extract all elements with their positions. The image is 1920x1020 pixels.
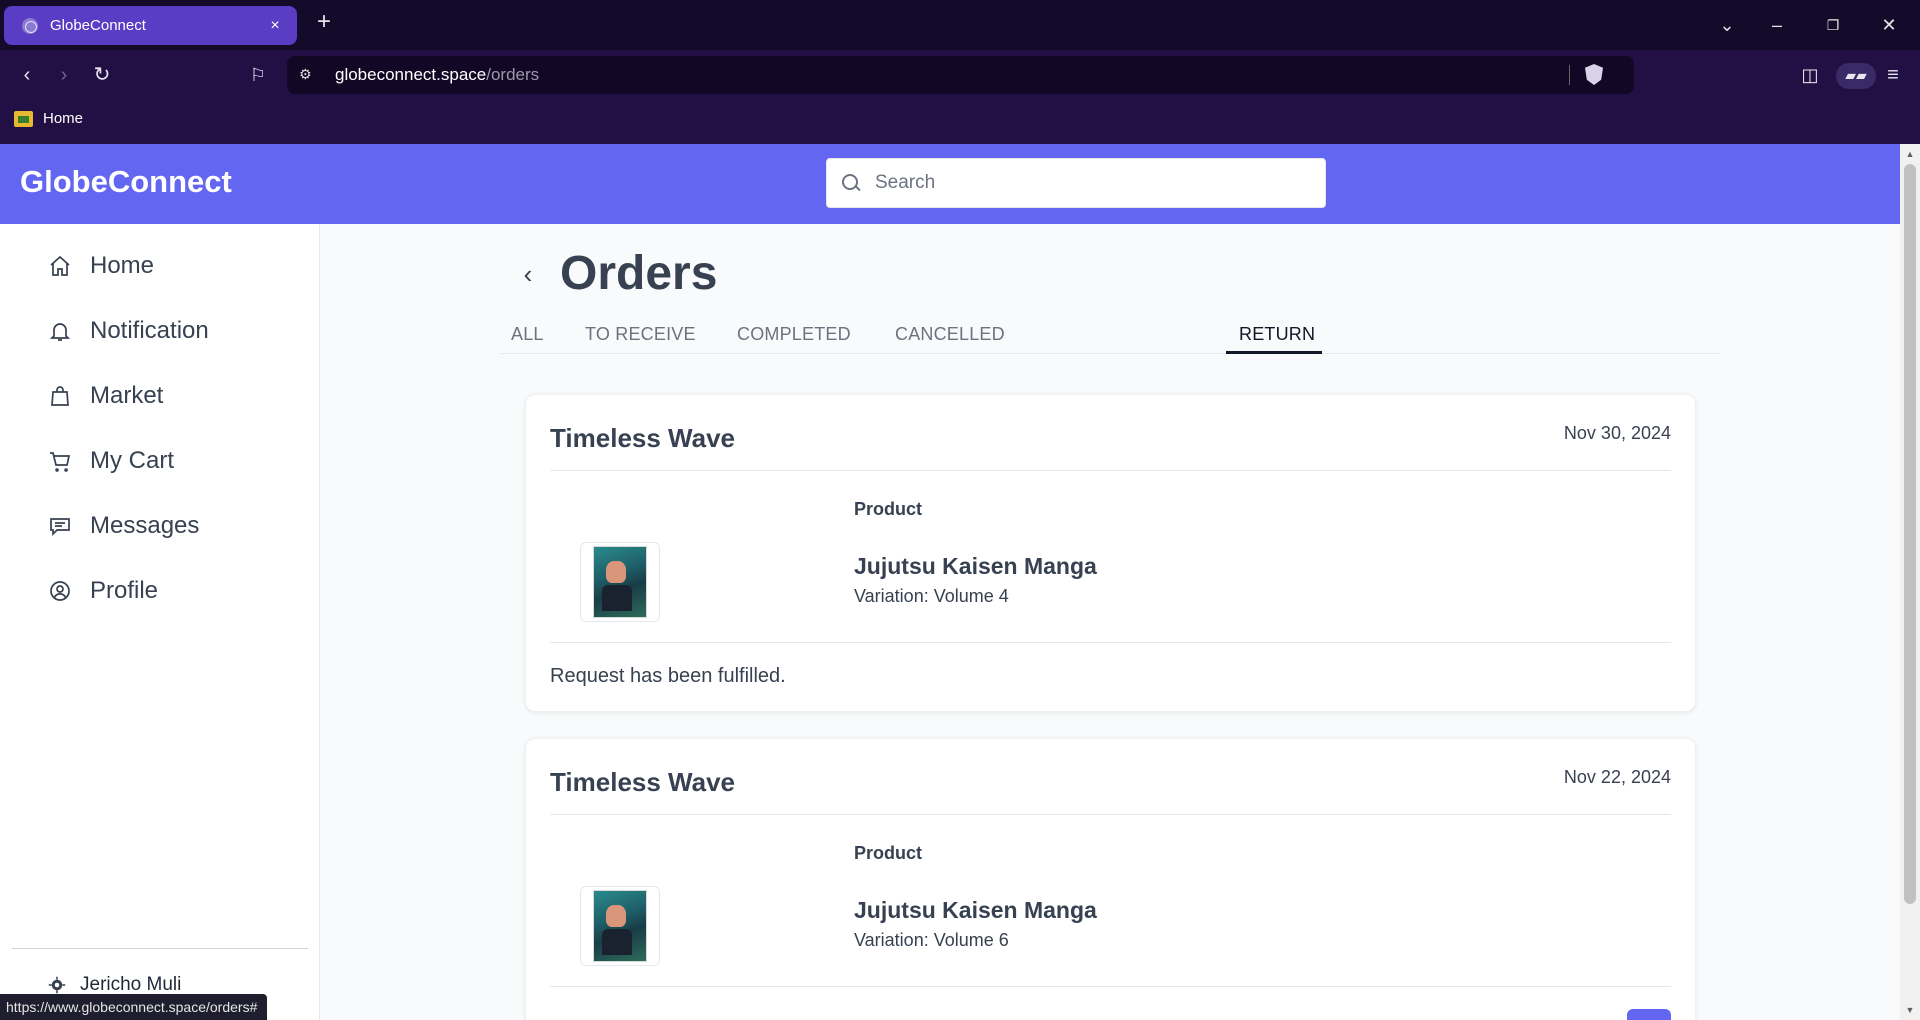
search-icon bbox=[841, 173, 861, 193]
menu-icon[interactable]: ≡ bbox=[1880, 63, 1906, 89]
browser-tab[interactable]: GlobeConnect × bbox=[4, 6, 297, 45]
shields-icon[interactable]: ▰▰ bbox=[1836, 63, 1876, 89]
bookmarks-bar: Home bbox=[0, 100, 1920, 144]
brave-shield-icon[interactable] bbox=[1585, 64, 1603, 85]
order-date: Nov 22, 2024 bbox=[1563, 767, 1671, 787]
message-icon bbox=[46, 512, 74, 540]
sidebar-item-label: My Cart bbox=[90, 447, 174, 474]
product-name: Jujutsu Kaisen Manga bbox=[854, 897, 1097, 923]
url-path: /orders bbox=[486, 65, 540, 84]
manga-cover-image bbox=[593, 890, 647, 962]
tab-all[interactable]: ALL bbox=[511, 324, 544, 345]
divider bbox=[550, 814, 1671, 815]
order-action-button[interactable] bbox=[1627, 1009, 1671, 1020]
product-thumbnail[interactable] bbox=[580, 542, 660, 622]
scroll-down-icon[interactable]: ▼ bbox=[1904, 1004, 1916, 1016]
sidebar-item-cart[interactable]: My Cart bbox=[46, 447, 174, 475]
sidebar-item-messages[interactable]: Messages bbox=[46, 512, 199, 540]
order-tabs: ALL TO RECEIVE COMPLETED CANCELLED RETUR… bbox=[500, 302, 1720, 354]
tab-search-icon[interactable]: ⌄ bbox=[1714, 12, 1740, 38]
minimize-icon[interactable]: – bbox=[1764, 12, 1790, 38]
user-circle-icon bbox=[46, 577, 74, 605]
product-variation: Variation: Volume 4 bbox=[854, 586, 1009, 606]
bookmark-home-label: Home bbox=[43, 110, 84, 127]
sidebar-item-profile[interactable]: Profile bbox=[46, 577, 158, 605]
user-name: Jericho Muli bbox=[80, 974, 182, 995]
browser-tab-bar: GlobeConnect × + ⌄ – ❐ ✕ bbox=[0, 0, 1920, 50]
bookmark-icon[interactable]: ⚐ bbox=[245, 63, 271, 89]
status-bar-url: https://www.globeconnect.space/orders# bbox=[0, 994, 268, 1020]
product-label: Product bbox=[854, 843, 923, 863]
forward-arrow-icon[interactable]: › bbox=[51, 63, 77, 89]
search-input[interactable] bbox=[875, 172, 1295, 194]
page-title: Orders bbox=[560, 247, 718, 300]
sidebar-item-home[interactable]: Home bbox=[46, 252, 154, 280]
reload-icon[interactable]: ↻ bbox=[89, 63, 115, 89]
divider bbox=[550, 986, 1671, 987]
order-card: Timeless Wave Nov 22, 2024 Product Jujut… bbox=[525, 738, 1696, 1020]
order-card: Timeless Wave Nov 30, 2024 Product Jujut… bbox=[525, 394, 1696, 712]
restore-icon[interactable]: ❐ bbox=[1820, 12, 1846, 38]
bookmark-home[interactable]: Home bbox=[14, 110, 83, 127]
sidebar-item-notification[interactable]: Notification bbox=[46, 317, 209, 345]
sidebar-item-market[interactable]: Market bbox=[46, 382, 163, 410]
url-divider bbox=[1569, 65, 1570, 85]
tab-to-receive[interactable]: TO RECEIVE bbox=[585, 324, 696, 345]
gear-icon[interactable] bbox=[48, 976, 66, 994]
product-variation: Variation: Volume 6 bbox=[854, 930, 1009, 950]
back-arrow-icon[interactable]: ‹ bbox=[14, 63, 40, 89]
close-window-icon[interactable]: ✕ bbox=[1876, 12, 1902, 38]
shop-name[interactable]: Timeless Wave bbox=[550, 423, 735, 454]
scrollbar-thumb[interactable] bbox=[1904, 164, 1916, 904]
search-box[interactable] bbox=[826, 158, 1326, 208]
sidebar: Home Notification Market My Cart Message… bbox=[0, 224, 320, 1020]
product-label: Product bbox=[854, 499, 923, 519]
manga-cover-image bbox=[593, 546, 647, 618]
address-bar[interactable]: ⚙ globeconnect.space/orders bbox=[287, 56, 1634, 94]
tab-title: GlobeConnect bbox=[50, 17, 146, 34]
page-scrollbar[interactable]: ▲ ▼ bbox=[1900, 144, 1920, 1020]
scroll-up-icon[interactable]: ▲ bbox=[1904, 148, 1916, 160]
sidebar-item-label: Home bbox=[90, 252, 155, 279]
url-host: globeconnect.space bbox=[335, 65, 487, 84]
return-status-note: Request has been fulfilled. bbox=[550, 665, 786, 687]
brand-logo[interactable]: GlobeConnect bbox=[20, 164, 232, 200]
sidebar-item-label: Profile bbox=[90, 577, 159, 604]
image-icon bbox=[14, 110, 33, 127]
sidebar-item-label: Notification bbox=[90, 317, 209, 344]
new-tab-button[interactable]: + bbox=[312, 10, 336, 35]
tab-return[interactable]: RETURN bbox=[1239, 324, 1315, 345]
tab-close-button[interactable]: × bbox=[265, 16, 285, 36]
bell-icon bbox=[46, 317, 74, 345]
tab-completed[interactable]: COMPLETED bbox=[737, 324, 851, 345]
sidebar-divider bbox=[12, 948, 308, 949]
site-settings-icon[interactable]: ⚙ bbox=[299, 66, 317, 84]
product-thumbnail[interactable] bbox=[580, 886, 660, 966]
shop-name[interactable]: Timeless Wave bbox=[550, 767, 735, 798]
main-content: ‹ Orders ALL TO RECEIVE COMPLETED CANCEL… bbox=[320, 224, 1900, 1020]
shopping-bag-icon bbox=[46, 382, 74, 410]
globe-icon bbox=[22, 17, 38, 34]
divider bbox=[550, 470, 1671, 471]
sidebar-user[interactable]: Jericho Muli bbox=[48, 974, 181, 996]
sidebar-item-label: Market bbox=[90, 382, 164, 409]
cart-icon bbox=[46, 447, 74, 475]
active-tab-indicator bbox=[1226, 351, 1322, 354]
order-date: Nov 30, 2024 bbox=[1563, 423, 1671, 443]
product-name: Jujutsu Kaisen Manga bbox=[854, 553, 1097, 579]
chevron-left-icon[interactable]: ‹ bbox=[513, 260, 543, 290]
divider bbox=[550, 642, 1671, 643]
app-header: GlobeConnect bbox=[0, 144, 1900, 224]
tab-cancelled[interactable]: CANCELLED bbox=[895, 324, 1005, 345]
sidebar-item-label: Messages bbox=[90, 512, 200, 539]
sidebar-toggle-icon[interactable]: ◫ bbox=[1797, 63, 1823, 89]
home-icon bbox=[46, 252, 74, 280]
